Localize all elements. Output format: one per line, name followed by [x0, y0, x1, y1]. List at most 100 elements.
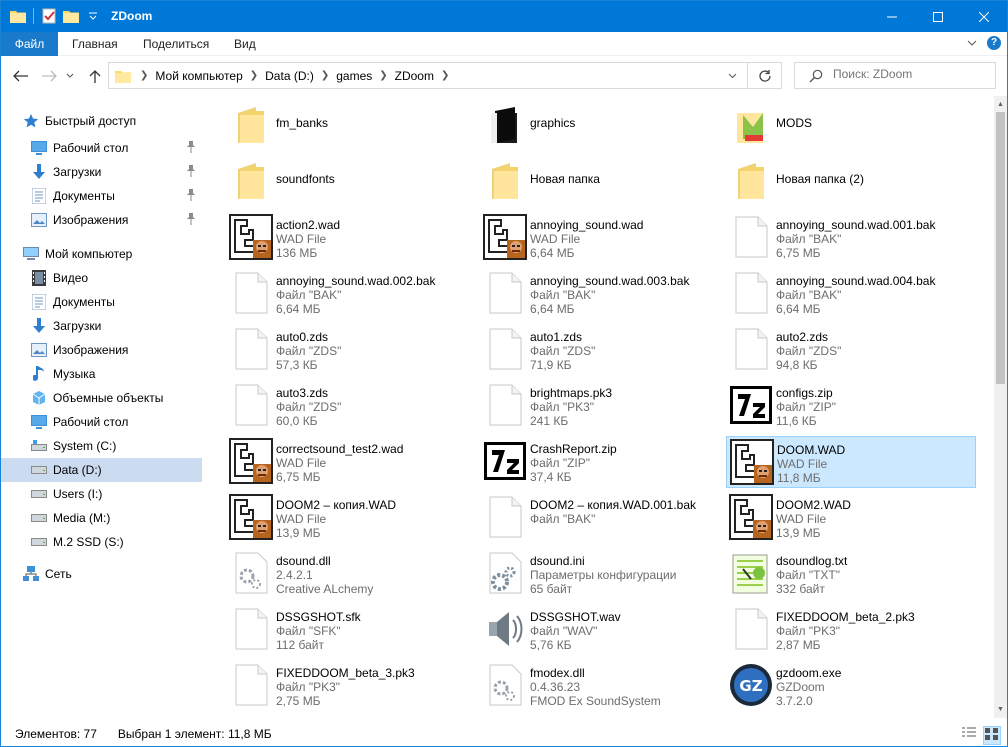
- file-item[interactable]: action2.wad WAD File 136 МБ: [226, 212, 476, 264]
- properties-icon[interactable]: [40, 7, 58, 25]
- maximize-button[interactable]: [915, 1, 961, 32]
- sidebar-item[interactable]: Изображения: [1, 208, 202, 232]
- sidebar-item[interactable]: Рабочий стол: [1, 136, 202, 160]
- file-item[interactable]: annoying_sound.wad.004.bak Файл "BAK" 6,64…: [726, 268, 976, 320]
- back-button[interactable]: [11, 68, 31, 84]
- breadcrumb-item[interactable]: ZDoom: [391, 69, 438, 83]
- expand-ribbon-icon[interactable]: [967, 36, 977, 50]
- file-item[interactable]: DOOM2.WAD WAD File 13,9 МБ: [726, 492, 976, 544]
- file-item[interactable]: FIXEDDOOM_beta_3.pk3 Файл "PK3" 2,75 МБ: [226, 660, 476, 712]
- breadcrumb-item[interactable]: games: [332, 69, 376, 83]
- file-item[interactable]: DOOM2 – копия.WAD WAD File 13,9 МБ: [226, 492, 476, 544]
- file-item[interactable]: annoying_sound.wad WAD File 6,64 МБ: [480, 212, 730, 264]
- folder-item[interactable]: soundfonts: [226, 156, 476, 208]
- file-item[interactable]: DOOM2 – копия.WAD.001.bak Файл "BAK": [480, 492, 730, 544]
- breadcrumb-item[interactable]: Data (D:): [261, 69, 318, 83]
- scroll-down-icon[interactable]: ▼: [994, 703, 1007, 716]
- details-view-icon[interactable]: [961, 726, 977, 745]
- file-info: action2.wad WAD File 136 МБ: [276, 212, 340, 264]
- sidebar-item[interactable]: Документы: [1, 184, 202, 208]
- breadcrumb-separator-icon[interactable]: ❯: [438, 70, 452, 81]
- sidebar-item[interactable]: Сеть: [1, 562, 202, 586]
- file-item[interactable]: dsound.ini Параметры конфигурации 65 байт: [480, 548, 730, 600]
- refresh-button[interactable]: [747, 63, 781, 88]
- scroll-up-icon[interactable]: ▲: [994, 98, 1007, 111]
- folder-item[interactable]: fm_banks: [226, 100, 476, 152]
- address-dropdown-button[interactable]: [720, 63, 744, 88]
- vertical-scrollbar[interactable]: ▲ ▼: [994, 96, 1007, 718]
- sidebar-item[interactable]: M.2 SSD (S:): [1, 530, 202, 554]
- sidebar-item[interactable]: Data (D:): [1, 458, 202, 482]
- folder-item[interactable]: Новая папка (2): [726, 156, 976, 208]
- file-item[interactable]: configs.zip Файл "ZIP" 11,6 КБ: [726, 380, 976, 432]
- sidebar-item[interactable]: Музыка: [1, 362, 202, 386]
- sidebar-item[interactable]: Изображения: [1, 338, 202, 362]
- sidebar-item[interactable]: Рабочий стол: [1, 410, 202, 434]
- search-input[interactable]: [833, 67, 983, 81]
- folder-item[interactable]: graphics: [480, 100, 730, 152]
- breadcrumb-separator-icon[interactable]: ❯: [376, 70, 390, 81]
- folder-icon: [480, 156, 530, 206]
- file-item[interactable]: DSSGSHOT.sfk Файл "SFK" 112 байт: [226, 604, 476, 656]
- folder-item[interactable]: MODS: [726, 100, 976, 152]
- file-type: WAD File: [276, 512, 327, 526]
- tiles-view-icon[interactable]: [983, 726, 1001, 745]
- file-item[interactable]: correctsound_test2.wad WAD File 6,75 МБ: [226, 436, 476, 488]
- breadcrumb-separator-icon[interactable]: ❯: [137, 70, 151, 81]
- sidebar-item[interactable]: Объемные объекты: [1, 386, 202, 410]
- sidebar-item[interactable]: System (C:): [1, 434, 202, 458]
- sidebar-item-label: System (C:): [53, 439, 117, 453]
- file-item[interactable]: DOOM.WAD WAD File 11,8 МБ: [726, 436, 976, 488]
- breadcrumb-item[interactable]: Мой компьютер: [151, 69, 246, 83]
- sidebar-item[interactable]: Документы: [1, 290, 202, 314]
- file-item[interactable]: annoying_sound.wad.002.bak Файл "BAK" 6,64…: [226, 268, 476, 320]
- minimize-button[interactable]: [869, 1, 915, 32]
- sidebar-item[interactable]: Users (I:): [1, 482, 202, 506]
- pin-icon[interactable]: [186, 189, 196, 204]
- file-item[interactable]: dsoundlog.txt Файл "TXT" 332 байт: [726, 548, 976, 600]
- up-button[interactable]: [85, 68, 105, 84]
- file-item[interactable]: brightmaps.pk3 Файл "PK3" 241 КБ: [480, 380, 730, 432]
- file-item[interactable]: auto3.zds Файл "ZDS" 60,0 КБ: [226, 380, 476, 432]
- recent-locations-button[interactable]: [63, 68, 77, 84]
- sidebar-item[interactable]: Быстрый доступ: [1, 109, 202, 133]
- file-item[interactable]: GZ gzdoom.exe GZDoom 3.7.2.0: [726, 660, 976, 712]
- file-type: Файл "WAV": [530, 624, 598, 638]
- tab-file[interactable]: Файл: [1, 32, 58, 56]
- pin-icon[interactable]: [186, 141, 196, 156]
- pin-icon[interactable]: [186, 165, 196, 180]
- sidebar-item[interactable]: Media (M:): [1, 506, 202, 530]
- file-name: configs.zip: [776, 386, 833, 400]
- file-item[interactable]: annoying_sound.wad.001.bak Файл "BAK" 6,75…: [726, 212, 976, 264]
- help-icon[interactable]: ?: [987, 36, 1001, 50]
- file-item[interactable]: CrashReport.zip Файл "ZIP" 37,4 КБ: [480, 436, 730, 488]
- address-bar[interactable]: ❯ Мой компьютер ❯ Data (D:) ❯ games ❯ ZD…: [108, 62, 782, 89]
- file-item[interactable]: fmodex.dll 0.4.36.23 FMOD Ex SoundSystem: [480, 660, 730, 712]
- tab-home[interactable]: Главная: [72, 32, 118, 56]
- tab-share[interactable]: Поделиться: [143, 32, 209, 56]
- pin-icon[interactable]: [186, 213, 196, 228]
- new-folder-icon[interactable]: [62, 7, 80, 25]
- sidebar-item[interactable]: Загрузки: [1, 160, 202, 184]
- scrollbar-thumb[interactable]: [996, 112, 1005, 384]
- close-button[interactable]: [961, 1, 1007, 32]
- window-title: ZDoom: [111, 9, 153, 23]
- file-item[interactable]: dsound.dll 2.4.2.1 Creative ALchemy: [226, 548, 476, 600]
- search-box[interactable]: [794, 62, 996, 89]
- folder-item[interactable]: Новая папка: [480, 156, 730, 208]
- tab-view[interactable]: Вид: [234, 32, 256, 56]
- file-item[interactable]: DSSGSHOT.wav Файл "WAV" 5,76 КБ: [480, 604, 730, 656]
- sidebar-item[interactable]: Мой компьютер: [1, 242, 202, 266]
- sidebar-item[interactable]: Загрузки: [1, 314, 202, 338]
- file-item[interactable]: auto1.zds Файл "ZDS" 71,9 КБ: [480, 324, 730, 376]
- forward-button[interactable]: [39, 68, 59, 84]
- file-item[interactable]: auto0.zds Файл "ZDS" 57,3 КБ: [226, 324, 476, 376]
- file-item[interactable]: auto2.zds Файл "ZDS" 94,8 КБ: [726, 324, 976, 376]
- file-item[interactable]: annoying_sound.wad.003.bak Файл "BAK" 6,64…: [480, 268, 730, 320]
- file-item[interactable]: FIXEDDOOM_beta_2.pk3 Файл "PK3" 2,87 МБ: [726, 604, 976, 656]
- sidebar-item[interactable]: Видео: [1, 266, 202, 290]
- qat-dropdown-icon[interactable]: [84, 7, 102, 25]
- breadcrumb-separator-icon[interactable]: ❯: [318, 70, 332, 81]
- blank-file-icon: [226, 324, 276, 374]
- breadcrumb-separator-icon[interactable]: ❯: [247, 70, 261, 81]
